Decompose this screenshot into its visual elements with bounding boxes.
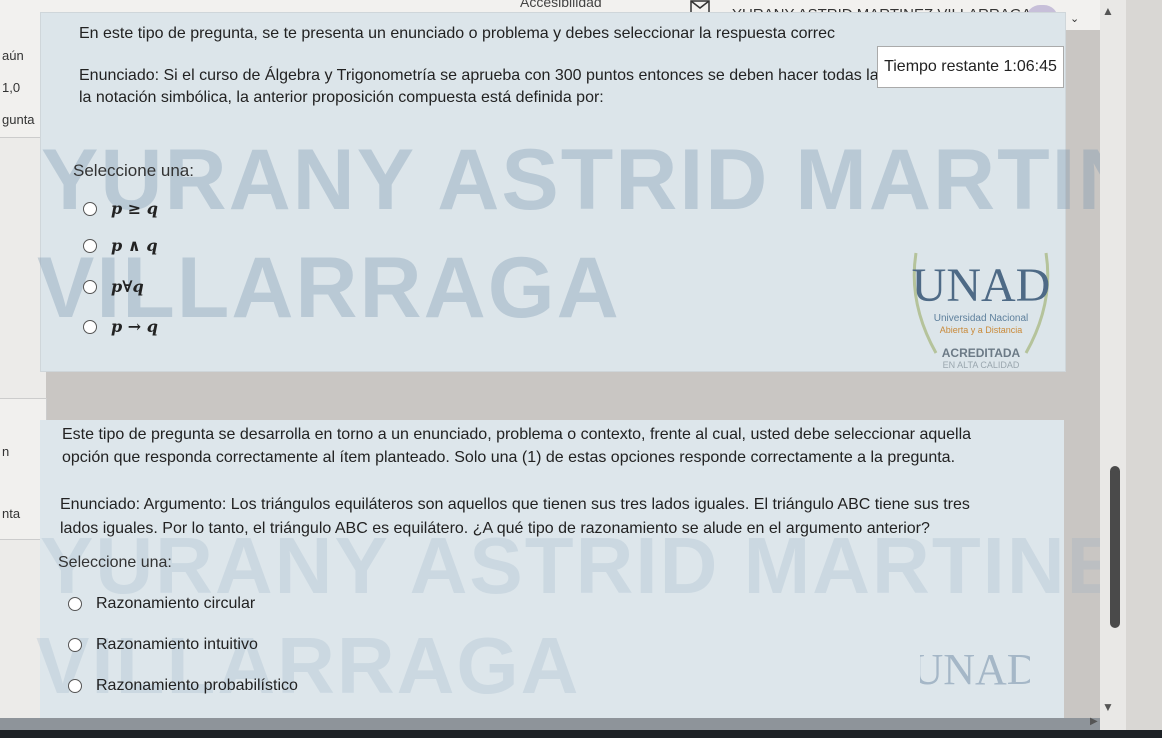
horizontal-scrollbar[interactable] xyxy=(0,718,1100,730)
answer-option-label: p ∧ q xyxy=(111,236,158,255)
radio-button[interactable] xyxy=(83,238,97,253)
answer-option-label: p → q xyxy=(111,317,158,336)
question-statement-continued: lados iguales. Por lo tanto, el triángul… xyxy=(60,520,930,537)
screen-bezel xyxy=(0,730,1162,738)
select-one-label: Seleccione una: xyxy=(73,161,194,180)
answer-option-3[interactable]: p∀q xyxy=(83,277,144,296)
answer-option-2[interactable]: p ∧ q xyxy=(83,236,158,255)
question-instruction: En este tipo de pregunta, se te presenta… xyxy=(79,25,836,42)
timer-value: 1:06:45 xyxy=(1003,58,1057,75)
radio-button[interactable] xyxy=(83,279,97,294)
question-statement: Enunciado: Argumento: Los triángulos equ… xyxy=(60,496,970,513)
answer-option-label: Razonamiento probabilístico xyxy=(96,677,298,694)
question-score: 1,0 xyxy=(2,80,21,95)
window-edge xyxy=(1126,0,1162,738)
select-one-label: Seleccione una: xyxy=(58,554,172,571)
answer-option-1[interactable]: p ≥ q xyxy=(83,199,158,218)
question-statement: Enunciado: Si el curso de Álgebra y Trig… xyxy=(79,67,1000,84)
scroll-up-arrow-icon[interactable]: ▲ xyxy=(1102,4,1114,18)
answer-option-4[interactable]: p → q xyxy=(83,317,158,336)
scrollbar-thumb[interactable] xyxy=(1110,466,1120,628)
answer-option-label: Razonamiento intuitivo xyxy=(96,636,258,653)
watermark-name: YURANY ASTRID MARTINEZ xyxy=(41,132,1162,228)
accessibility-menu[interactable]: Accesibilidad xyxy=(520,0,602,10)
answer-option-label: p∀q xyxy=(111,277,144,296)
timer-label: Tiempo restante xyxy=(884,58,1000,75)
answer-option-label: p ≥ q xyxy=(111,199,158,218)
flag-question-link-2[interactable]: nta xyxy=(2,506,20,521)
answer-option-3[interactable]: Razonamiento probabilístico xyxy=(68,677,298,695)
question-2-card: YURANY ASTRID MARTINEZ VILLARRAGA Este t… xyxy=(36,420,1162,720)
question-instruction-continued: opción que responda correctamente al íte… xyxy=(62,449,956,466)
time-remaining-box: Tiempo restante 1:06:45 xyxy=(877,46,1064,88)
question-status: aún xyxy=(2,48,24,63)
flag-question-link[interactable]: gunta xyxy=(2,112,35,127)
chevron-down-icon[interactable]: ⌄ xyxy=(1070,12,1079,25)
watermark-surname: VILLARRAGA xyxy=(36,621,581,710)
scroll-down-arrow-icon[interactable]: ▼ xyxy=(1102,700,1114,714)
scroll-right-arrow-icon[interactable]: ▶ xyxy=(1090,716,1098,727)
question-instruction: Este tipo de pregunta se desarrolla en t… xyxy=(62,426,972,443)
radio-button[interactable] xyxy=(83,201,97,216)
question-label-2: n xyxy=(2,444,10,459)
radio-button[interactable] xyxy=(68,597,82,611)
question-statement-continued: la notación simbólica, la anterior propo… xyxy=(79,89,604,106)
radio-button[interactable] xyxy=(68,638,82,652)
answer-option-2[interactable]: Razonamiento intuitivo xyxy=(68,636,258,654)
radio-button[interactable] xyxy=(68,679,82,693)
answer-option-1[interactable]: Razonamiento circular xyxy=(68,595,255,613)
radio-button[interactable] xyxy=(83,319,97,334)
answer-option-label: Razonamiento circular xyxy=(96,595,256,612)
